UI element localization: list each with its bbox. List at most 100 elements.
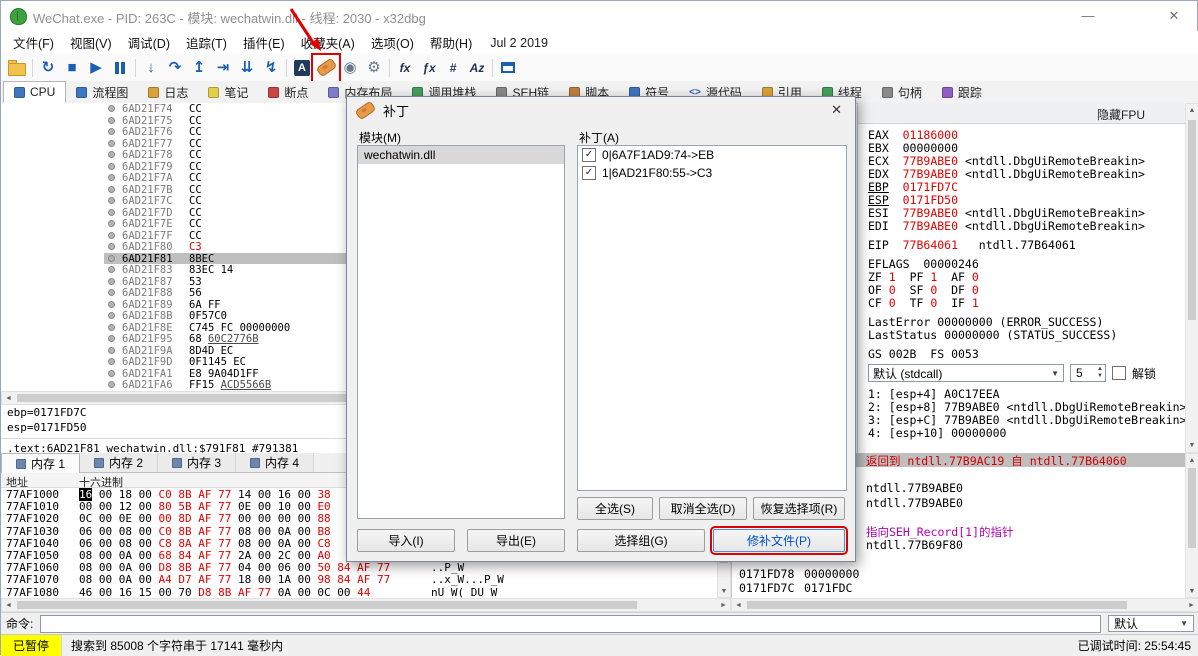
menu-item-favourites[interactable]: 收藏夹(A)	[293, 30, 363, 55]
register-line[interactable]: EBP 0171FD7C	[868, 180, 1185, 194]
menu-item-options[interactable]: 选项(O)	[363, 30, 422, 55]
module-list-item[interactable]: wechatwin.dll	[358, 146, 564, 164]
calculator-button[interactable]: ƒx	[417, 56, 441, 80]
register-line[interactable]: EDI 77B9ABE0 <ntdll.DbgUiRemoteBreakin>	[868, 219, 1185, 233]
scroll-up-icon[interactable]: ▲	[1186, 454, 1198, 466]
animate-into-button[interactable]: ⇊	[235, 56, 259, 80]
debuggee-button[interactable]: A	[290, 56, 314, 80]
patch-checkbox[interactable]: ✓	[582, 166, 596, 180]
register-line[interactable]: GS 002B FS 0053	[868, 347, 1185, 361]
register-line[interactable]: ESI 77B9ABE0 <ntdll.DbgUiRemoteBreakin>	[868, 206, 1185, 220]
dump-row[interactable]: 77AF1080 46 00 16 15 00 70 D8 8B AF 77 0A…	[1, 586, 717, 599]
breakpoint-dot[interactable]	[108, 323, 115, 331]
stack-vscrollbar[interactable]: ▲ ▼	[1185, 453, 1198, 598]
breakpoint-dot[interactable]	[108, 185, 115, 193]
scroll-down-icon[interactable]: ▼	[1186, 585, 1198, 597]
spinner-arrows-icon[interactable]: ▲ ▼	[1097, 366, 1103, 380]
breakpoint-dot[interactable]	[108, 231, 115, 239]
menu-item-trace[interactable]: 追踪(T)	[178, 30, 235, 55]
titlebar[interactable]: WeChat.exe - PID: 263C - 模块: wechatwin.d…	[1, 1, 1197, 31]
dump-row[interactable]: 77AF1070 08 00 0A 00 A4 D7 AF 77 18 00 1A…	[1, 573, 717, 586]
menu-item-view[interactable]: 视图(V)	[62, 30, 120, 55]
scroll-thumb[interactable]	[747, 601, 1127, 609]
command-input[interactable]	[40, 614, 1101, 633]
breakpoint-dot[interactable]	[108, 220, 115, 227]
breakpoint-dot[interactable]	[108, 381, 115, 388]
open-file-button[interactable]	[5, 56, 29, 80]
register-line[interactable]: LastError 00000000 (ERROR_SUCCESS)	[868, 315, 1185, 329]
scroll-down-icon[interactable]: ▼	[718, 585, 730, 597]
scroll-left-icon[interactable]: ◄	[732, 599, 745, 611]
menu-item-help[interactable]: 帮助(H)	[422, 30, 480, 55]
breakpoint-dot[interactable]	[108, 162, 115, 170]
breakpoint-dot[interactable]	[108, 139, 115, 147]
tab-notes[interactable]: 笔记	[198, 81, 258, 103]
step-out-button[interactable]: ↥	[187, 56, 211, 80]
register-line[interactable]: LastStatus 00000000 (STATUS_SUCCESS)	[868, 328, 1185, 342]
register-line[interactable]: EDX 77B9ABE0 <ntdll.DbgUiRemoteBreakin>	[868, 167, 1185, 181]
breakpoint-dot[interactable]	[108, 369, 115, 377]
patch-list-item[interactable]: ✓ 0|6A7F1AD9:74->EB	[578, 146, 846, 164]
register-line[interactable]: EIP 77B64061 ntdll.77B64061	[868, 238, 1185, 252]
scroll-left-icon[interactable]: ◄	[2, 599, 15, 611]
breakpoint-dot[interactable]	[108, 174, 115, 181]
stop-button[interactable]: ■	[60, 56, 84, 80]
step-over-button[interactable]: ↷	[163, 56, 187, 80]
functions-button[interactable]: fx	[393, 56, 417, 80]
step-into-button[interactable]: ↓	[139, 56, 163, 80]
hash-button[interactable]: #	[441, 56, 465, 80]
patch-file-button[interactable]: 修补文件(P)	[710, 526, 848, 555]
tab-cpu[interactable]: CPU	[3, 81, 67, 103]
import-button[interactable]: 导入(I)	[357, 529, 455, 552]
patch-checkbox[interactable]: ✓	[582, 148, 596, 162]
scroll-left-icon[interactable]: ◄	[2, 392, 15, 404]
select-all-button[interactable]: 全选(S)	[577, 497, 653, 520]
select-group-button[interactable]: 选择组(G)	[577, 529, 705, 552]
register-line[interactable]: EBX 00000000	[868, 141, 1185, 155]
scroll-thumb[interactable]	[1188, 468, 1196, 548]
argument-line[interactable]: 2: [esp+8] 77B9ABE0 <ntdll.DbgUiRemoteBr…	[868, 400, 1185, 414]
strings-button[interactable]: Az	[465, 56, 489, 80]
breakpoint-dot[interactable]	[108, 151, 115, 158]
deselect-all-button[interactable]: 取消全选(D)	[659, 497, 747, 520]
patch-button[interactable]	[311, 52, 341, 83]
dialog-close-icon[interactable]: ✕	[827, 102, 846, 118]
tab-graph[interactable]: 流程图	[66, 81, 138, 103]
breakpoint-dot[interactable]	[108, 128, 115, 135]
register-line[interactable]: ZF 1 PF 1 AF 0	[868, 270, 1185, 284]
breakpoint-dot[interactable]	[108, 312, 115, 319]
window-button[interactable]	[496, 56, 520, 80]
scroll-thumb[interactable]	[17, 601, 637, 609]
breakpoint-dot[interactable]	[108, 358, 115, 365]
export-button[interactable]: 导出(E)	[467, 529, 565, 552]
breakpoint-dot[interactable]	[108, 277, 115, 285]
argument-line[interactable]: 3: [esp+C] 77B9ABE0 <ntdll.DbgUiRemoteBr…	[868, 413, 1185, 427]
stack-hscrollbar[interactable]: ◄ ►	[731, 598, 1198, 612]
dump-row[interactable]: 77AF1060 08 00 0A 00 D8 8B AF 77 04 00 06…	[1, 561, 717, 574]
tab-breakpoints[interactable]: 断点	[258, 81, 318, 103]
dump-tab-4[interactable]: 内存 4	[236, 453, 315, 472]
search-web-button[interactable]	[544, 56, 568, 80]
breakpoint-dot[interactable]	[108, 116, 115, 124]
tab-handles[interactable]: 句柄	[872, 81, 932, 103]
dump-tab-2[interactable]: 内存 2	[80, 453, 159, 472]
breakpoint-dot[interactable]	[108, 254, 115, 262]
register-line[interactable]: ECX 77B9ABE0 <ntdll.DbgUiRemoteBreakin>	[868, 154, 1185, 168]
argument-line[interactable]: 4: [esp+10] 00000000	[868, 426, 1185, 440]
stack-row[interactable]: 0171FD7C 0171FDC	[732, 581, 1185, 595]
hide-fpu-button[interactable]: 隐藏FPU	[1097, 106, 1145, 123]
register-line[interactable]: OF 0 SF 0 DF 0	[868, 283, 1185, 297]
scroll-right-icon[interactable]: ►	[717, 599, 730, 611]
patch-list-item[interactable]: ✓ 1|6AD21F80:55->C3	[578, 164, 846, 182]
unlock-checkbox[interactable]	[1112, 366, 1126, 380]
breakpoint-dot[interactable]	[108, 300, 115, 308]
run-button[interactable]: ▶	[84, 56, 108, 80]
breakpoint-dot[interactable]	[108, 335, 115, 342]
dump-tab-3[interactable]: 内存 3	[158, 453, 237, 472]
menu-item-debug[interactable]: 调试(D)	[120, 30, 178, 55]
register-line[interactable]: EFLAGS 00000246	[868, 257, 1185, 271]
scroll-down-icon[interactable]: ▼	[1186, 439, 1198, 452]
search-button[interactable]	[520, 56, 544, 80]
scroll-right-icon[interactable]: ►	[1185, 599, 1198, 611]
tab-trace[interactable]: 跟踪	[932, 81, 992, 103]
